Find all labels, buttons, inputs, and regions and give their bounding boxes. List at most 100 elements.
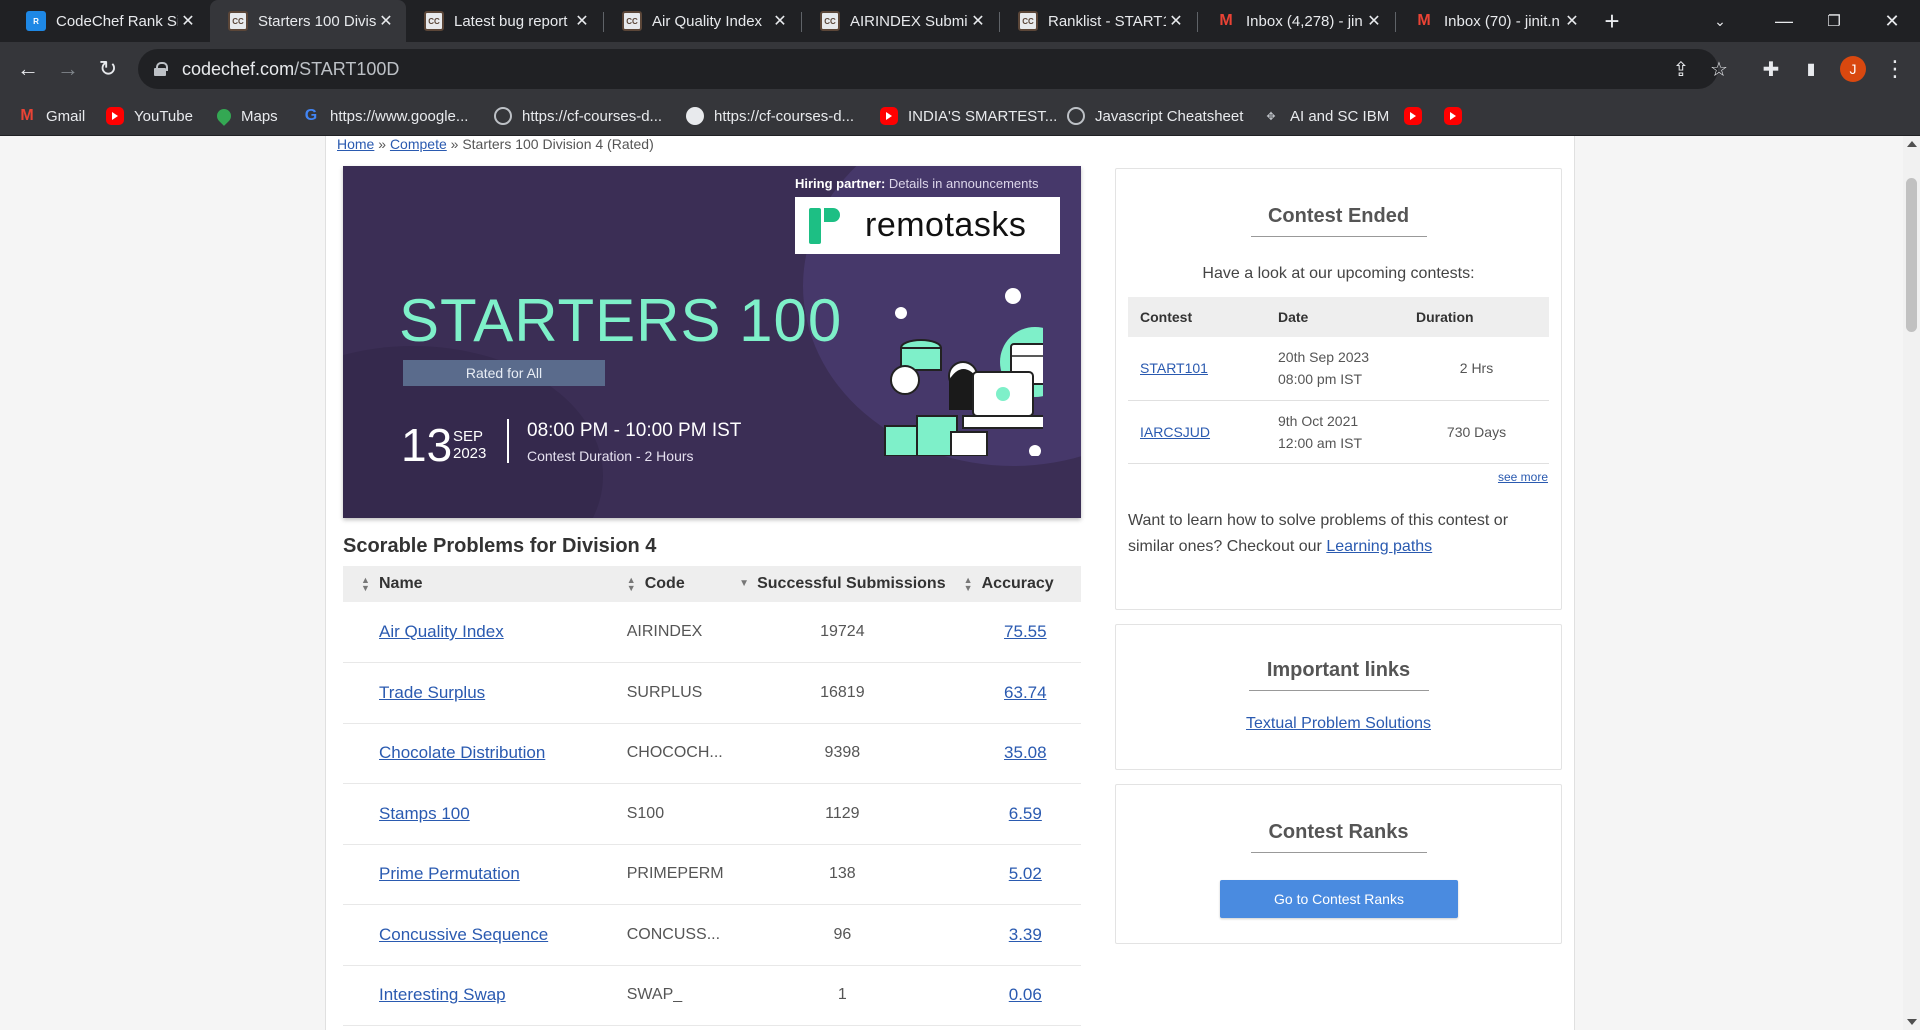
table-row: Air Quality Index AIRINDEX 19724 75.55 (343, 602, 1081, 663)
google-icon: G (304, 107, 318, 124)
breadcrumb-separator: » (446, 136, 463, 152)
extensions-puzzle-icon[interactable]: ✚ (1756, 54, 1786, 84)
tab-title: Air Quality Index (652, 12, 763, 30)
accuracy-link[interactable]: 63.74 (1004, 683, 1047, 702)
close-icon[interactable]: ✕ (178, 11, 198, 31)
profile-avatar[interactable]: J (1840, 56, 1866, 82)
accuracy-link[interactable]: 35.08 (1004, 743, 1047, 762)
bookmark-google[interactable]: G https://www.google... (302, 104, 469, 128)
contest-link[interactable]: IARCSJUD (1140, 424, 1210, 440)
close-icon[interactable]: ✕ (1166, 11, 1186, 31)
close-icon[interactable]: ✕ (1364, 11, 1384, 31)
problem-link[interactable]: Concussive Sequence (379, 925, 548, 944)
tab-gmail-inbox-2[interactable]: M Inbox (70) - jinit.n ✕ (1396, 0, 1592, 42)
breadcrumb-compete-link[interactable]: Compete (390, 136, 447, 152)
minimize-button[interactable]: — (1756, 0, 1812, 42)
important-links-card: Important links Textual Problem Solution… (1115, 624, 1562, 770)
close-icon[interactable]: ✕ (770, 11, 790, 31)
problems-table: ▲ ▼ Name ▲ ▼ Code ▼ Successful Submissions ▲ ▼… (343, 566, 1081, 1026)
breadcrumb-home-link[interactable]: Home (337, 136, 374, 152)
upcoming-subtitle: Have a look at our upcoming contests: (1202, 265, 1475, 282)
tab-latest-bug-report[interactable]: CC Latest bug report ✕ (406, 0, 602, 42)
page-viewport: Home » Compete » Starters 100 Division 4… (0, 136, 1920, 1030)
tab-search-chevron-icon[interactable]: ⌄ (1692, 0, 1748, 42)
contest-link[interactable]: START101 (1140, 360, 1208, 376)
restore-button[interactable]: ❐ (1806, 0, 1862, 42)
bookmark-youtube[interactable]: YouTube (106, 104, 193, 128)
new-tab-button[interactable]: + (1584, 0, 1640, 42)
column-header-name[interactable]: ▲ ▼ Name (343, 566, 627, 602)
upcoming-table-header: Contest Date Duration (1128, 297, 1549, 337)
back-button[interactable]: ← (10, 51, 46, 87)
reload-button[interactable]: ↻ (90, 51, 126, 87)
share-icon[interactable]: ⇪ (1668, 56, 1694, 82)
codechef-favicon-icon: CC (820, 11, 840, 31)
tab-starters-100[interactable]: CC Starters 100 Divisi ✕ (210, 0, 406, 42)
bookmark-indias-smartest[interactable]: INDIA'S SMARTEST... (880, 104, 1057, 128)
tab-gmail-inbox-1[interactable]: M Inbox (4,278) - jin ✕ (1198, 0, 1394, 42)
accuracy-link[interactable]: 0.06 (1009, 985, 1042, 1004)
bookmark-gmail[interactable]: M Gmail (18, 104, 85, 128)
bookmark-maps[interactable]: Maps (214, 104, 278, 128)
close-icon[interactable]: ✕ (1562, 11, 1582, 31)
bookmark-ai-sc-ibm[interactable]: ✥ AI and SC IBM (1262, 104, 1389, 128)
close-window-button[interactable]: ✕ (1864, 0, 1920, 42)
problem-submissions: 1 (739, 965, 946, 1026)
bookmarks-bar: M Gmail YouTube Maps G https://www.googl… (0, 96, 1920, 136)
close-icon[interactable]: ✕ (572, 11, 592, 31)
problem-link[interactable]: Prime Permutation (379, 864, 520, 883)
bookmark-cf-courses-2[interactable]: https://cf-courses-d... (686, 104, 854, 128)
tab-ranklist[interactable]: CC Ranklist - START1 ✕ (1000, 0, 1196, 42)
column-header-code[interactable]: ▲ ▼ Code (627, 566, 739, 602)
accuracy-link[interactable]: 75.55 (1004, 622, 1047, 641)
rated-badge: Rated for All (403, 360, 605, 386)
learning-paths-link[interactable]: Learning paths (1326, 538, 1432, 555)
table-row: Interesting Swap SWAP_ 1 0.06 (343, 965, 1081, 1026)
lock-icon[interactable] (154, 62, 168, 76)
scrollbar-thumb[interactable] (1906, 178, 1917, 332)
accuracy-link[interactable]: 5.02 (1009, 864, 1042, 883)
column-header-submissions[interactable]: ▼ Successful Submissions (739, 566, 946, 602)
problem-code: AIRINDEX (626, 602, 740, 663)
close-icon[interactable]: ✕ (376, 11, 396, 31)
url-host: codechef.com (182, 58, 295, 79)
bookmark-youtube-2[interactable] (1404, 104, 1432, 128)
problem-link[interactable]: Chocolate Distribution (379, 743, 545, 762)
tab-air-quality-index[interactable]: CC Air Quality Index ✕ (604, 0, 800, 42)
scroll-up-arrow-icon[interactable] (1907, 141, 1917, 147)
problem-accuracy-cell: 5.02 (945, 844, 1081, 905)
scroll-down-arrow-icon[interactable] (1907, 1019, 1917, 1025)
problem-link[interactable]: Interesting Swap (379, 985, 506, 1004)
bookmark-cf-courses-1[interactable]: https://cf-courses-d... (494, 104, 662, 128)
textual-solutions-link[interactable]: Textual Problem Solutions (1246, 715, 1431, 732)
accuracy-link[interactable]: 6.59 (1009, 804, 1042, 823)
bookmark-javascript-cheatsheet[interactable]: Javascript Cheatsheet (1067, 104, 1243, 128)
page-scrollbar[interactable] (1903, 136, 1920, 1030)
problem-accuracy-cell: 75.55 (945, 602, 1081, 663)
tab-strip: R CodeChef Rank Si ✕ CC Starters 100 Div… (0, 0, 1920, 42)
gmail-favicon-icon: M (1219, 12, 1233, 29)
see-more-link[interactable]: see more (1498, 470, 1548, 484)
remotasks-logo-icon (809, 207, 845, 244)
side-panel-icon[interactable]: ▮ (1796, 54, 1826, 84)
bookmark-label: https://www.google... (330, 107, 469, 125)
problem-name-cell: Prime Permutation (343, 844, 627, 905)
forward-button[interactable]: → (50, 51, 86, 87)
problem-link[interactable]: Air Quality Index (379, 622, 504, 641)
problem-link[interactable]: Stamps 100 (379, 804, 470, 823)
close-icon[interactable]: ✕ (968, 11, 988, 31)
more-menu-icon[interactable]: ⋮ (1880, 54, 1910, 84)
address-bar[interactable]: codechef.com/START100D ⇪ ☆ (138, 49, 1728, 89)
tab-codechef-rank[interactable]: R CodeChef Rank Si ✕ (8, 0, 208, 42)
problem-accuracy-cell: 63.74 (945, 662, 1081, 724)
bookmark-youtube-3[interactable] (1444, 104, 1472, 128)
problem-link[interactable]: Trade Surplus (379, 683, 485, 702)
tab-airindex-submissions[interactable]: CC AIRINDEX Submis ✕ (802, 0, 998, 42)
go-to-contest-ranks-button[interactable]: Go to Contest Ranks (1220, 880, 1458, 918)
sort-descending-icon: ▼ (739, 577, 749, 589)
contest-date: 20th Sep 2023 08:00 pm IST (1266, 337, 1404, 401)
accuracy-link[interactable]: 3.39 (1009, 925, 1042, 944)
title-underline (1250, 236, 1427, 237)
bookmark-star-icon[interactable]: ☆ (1706, 56, 1732, 82)
column-header-accuracy[interactable]: ▲ ▼ Accuracy (946, 566, 1081, 602)
